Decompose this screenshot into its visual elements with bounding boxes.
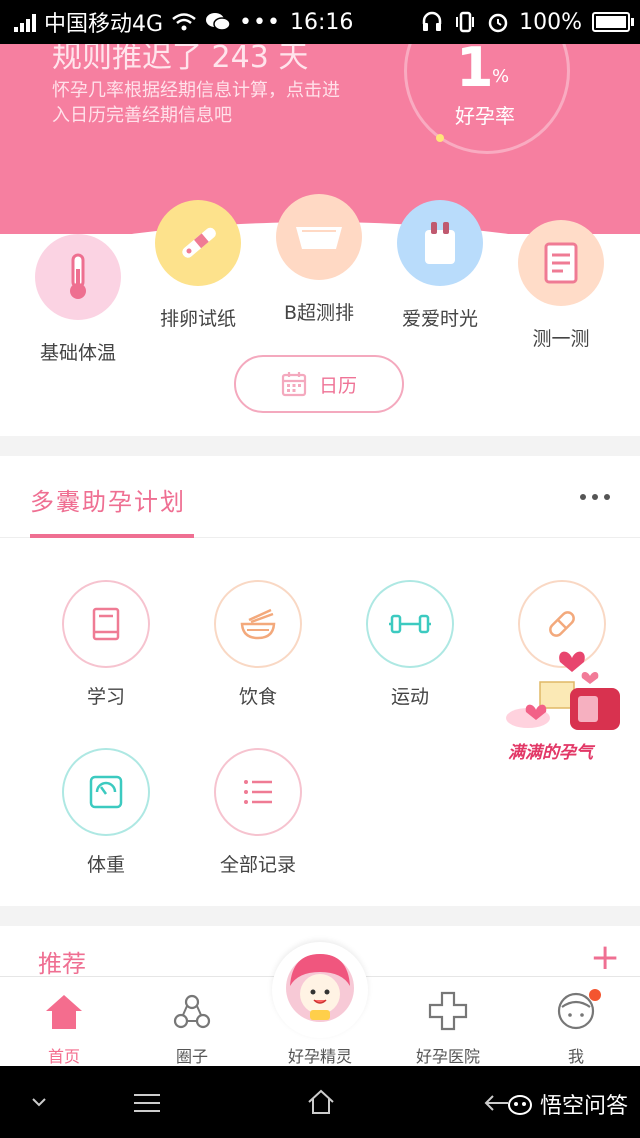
tool-intimacy[interactable]: 爱爱时光 [380, 200, 500, 331]
sticker-text: 满满的孕气 [508, 743, 593, 763]
menu-icon[interactable] [132, 1092, 162, 1114]
home-icon [46, 995, 82, 1029]
battery-icon [592, 12, 634, 32]
pill-icon [549, 611, 575, 637]
tool-circle-3 [397, 200, 483, 286]
tool-label: B超测排 [283, 302, 355, 324]
quick-tools: 基础体温 排卵试纸 B超测排 爱爱时光 测一测 日历 [0, 194, 640, 436]
thermometer-icon [70, 253, 86, 299]
plan-item-study[interactable]: 学习 [46, 580, 166, 709]
tab-label: 圈子 [175, 1047, 208, 1066]
plan-item-exercise[interactable]: 运动 [350, 580, 470, 709]
tab-hospital[interactable]: 好孕医院 [398, 987, 498, 1067]
tool-circle-4 [518, 220, 604, 306]
rate-progress-dot [436, 134, 444, 142]
tool-ovulation-test[interactable]: 排卵试纸 [138, 200, 258, 331]
scale-icon [89, 775, 123, 809]
plan-ring-1 [214, 580, 302, 668]
plan-item-label: 饮食 [238, 686, 277, 708]
add-icon[interactable]: + [590, 940, 620, 976]
tool-circle-2 [276, 194, 362, 280]
status-time: 16:16 [290, 9, 354, 35]
vibrate-icon [456, 11, 475, 33]
rate-label: 好孕率 [455, 104, 515, 128]
intimacy-icon [425, 222, 455, 264]
tool-basal-temperature[interactable]: 基础体温 [18, 234, 138, 365]
tool-ultrasound[interactable]: B超测排 [259, 194, 379, 325]
system-nav-bar: 悟空问答 [0, 1066, 640, 1138]
plan-ring-2 [366, 580, 454, 668]
wukong-logo-icon [508, 1095, 532, 1115]
tab-label: 好孕精灵 [287, 1047, 352, 1066]
recommend-title: 推荐 [38, 950, 86, 978]
home-nav-icon[interactable] [306, 1088, 336, 1116]
ultrasound-icon [296, 227, 342, 249]
plan-ring-5 [214, 748, 302, 836]
calendar-icon [281, 372, 307, 397]
list-icon [244, 780, 272, 804]
rate-value: 1 [456, 44, 494, 99]
lucky-sticker: 满满的孕气 [500, 640, 630, 765]
plan-item-label: 运动 [390, 686, 429, 708]
ovulation-test-icon [182, 227, 216, 258]
circle-group-icon [173, 994, 211, 1029]
wifi-icon [172, 13, 196, 31]
tab-label: 好孕医院 [415, 1047, 480, 1066]
calendar-label: 日历 [318, 374, 357, 397]
chevron-down-icon[interactable] [30, 1096, 48, 1108]
plan-ring-4 [62, 748, 150, 836]
sprite-icon [286, 954, 354, 1022]
battery-label: 100% [519, 9, 582, 35]
plan-item-all-records[interactable]: 全部记录 [198, 748, 318, 877]
carrier-label: 中国移动4G [44, 12, 164, 37]
tool-quiz[interactable]: 测一测 [501, 220, 621, 351]
plan-tab-underline [30, 534, 194, 538]
notification-dot [589, 989, 601, 1001]
alarm-icon [488, 13, 508, 33]
tool-label: 排卵试纸 [159, 308, 236, 330]
tool-label: 基础体温 [39, 342, 116, 364]
tab-me[interactable]: 我 [526, 987, 626, 1067]
tool-circle-0 [35, 234, 121, 320]
hospital-icon [428, 991, 468, 1031]
bowl-icon [240, 608, 276, 640]
quiz-icon [544, 242, 578, 284]
heart-mailbox-icon [506, 651, 620, 730]
rate-unit: % [492, 66, 510, 87]
watermark: 悟空问答 [506, 1088, 628, 1120]
tab-label: 我 [567, 1047, 584, 1066]
tab-circle[interactable]: 圈子 [142, 987, 242, 1067]
tab-home[interactable]: 首页 [14, 987, 114, 1067]
tab-label: 首页 [47, 1047, 80, 1066]
plan-item-diet[interactable]: 饮食 [198, 580, 318, 709]
plan-item-label: 学习 [86, 686, 125, 708]
dumbbell-icon [389, 614, 431, 634]
signal-icon [14, 12, 36, 32]
watermark-text: 悟空问答 [540, 1094, 629, 1119]
tool-circle-1 [155, 200, 241, 286]
sprite-button[interactable] [272, 942, 368, 1038]
plan-ring-0 [62, 580, 150, 668]
tool-label: 测一测 [532, 328, 590, 350]
plan-title[interactable]: 多囊助孕计划 [30, 482, 186, 517]
plan-item-label: 全部记录 [219, 854, 296, 876]
fertility-note[interactable]: 怀孕几率根据经期信息计算，点击进入日历完善经期信息吧 [52, 78, 352, 128]
plan-item-weight[interactable]: 体重 [46, 748, 166, 877]
wechat-icon [206, 13, 231, 31]
tool-label: 爱爱时光 [401, 308, 478, 330]
book-icon [92, 607, 120, 641]
more-icon: ••• [239, 9, 281, 35]
calendar-button[interactable]: 日历 [234, 355, 404, 413]
plan-item-label: 体重 [86, 854, 125, 876]
more-options-icon[interactable] [580, 494, 610, 500]
headset-icon [422, 11, 442, 31]
delay-title: 规则推迟了 243 天 [52, 44, 309, 75]
status-bar: 中国移动4G ••• 16:16 100% [0, 0, 640, 44]
